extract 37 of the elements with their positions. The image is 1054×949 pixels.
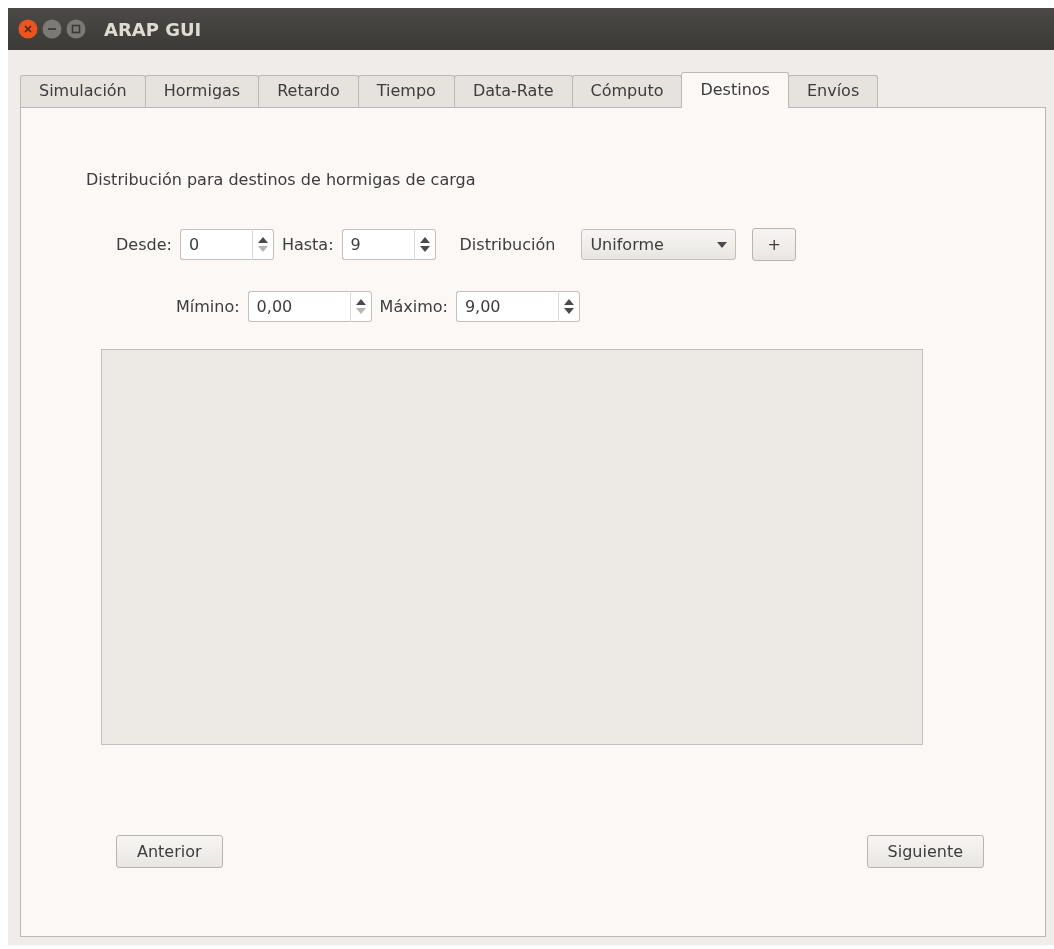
next-button[interactable]: Siguiente bbox=[866, 835, 984, 868]
up-arrow-icon[interactable] bbox=[563, 299, 574, 305]
field-label: Máximo: bbox=[379, 295, 448, 318]
close-icon[interactable] bbox=[18, 19, 38, 39]
minimize-icon[interactable] bbox=[42, 19, 62, 39]
tab[interactable]: Simulación bbox=[20, 75, 146, 107]
section-heading: Distribución para destinos de hormigas de carga bbox=[86, 169, 477, 191]
field-label: Desde: bbox=[116, 233, 172, 256]
tab[interactable]: Retardo bbox=[258, 75, 359, 107]
field-label: Mímino: bbox=[176, 295, 240, 318]
spin-buttons[interactable] bbox=[251, 229, 274, 260]
spin-buttons[interactable] bbox=[413, 229, 436, 260]
tab[interactable]: Cómputo bbox=[571, 75, 683, 107]
window-title: ARAP GUI bbox=[104, 17, 202, 42]
field-label: Distribución bbox=[459, 233, 556, 256]
down-arrow-icon[interactable] bbox=[419, 246, 430, 252]
add-button[interactable]: + bbox=[752, 228, 796, 261]
number-field[interactable]: 9 bbox=[341, 229, 414, 260]
tab[interactable]: Hormigas bbox=[144, 75, 260, 107]
up-arrow-icon[interactable] bbox=[355, 299, 366, 305]
down-arrow-icon[interactable] bbox=[563, 308, 574, 314]
up-arrow-icon[interactable] bbox=[257, 237, 268, 243]
up-arrow-icon[interactable] bbox=[419, 237, 430, 243]
maximize-icon[interactable] bbox=[66, 19, 86, 39]
distribution-dropdown[interactable]: Uniforme bbox=[581, 229, 737, 260]
field-label: Hasta: bbox=[281, 233, 334, 256]
spin-buttons[interactable] bbox=[557, 291, 580, 322]
tab[interactable]: Tiempo bbox=[357, 75, 455, 107]
dropdown-arrow-icon bbox=[717, 241, 728, 248]
spin-buttons[interactable] bbox=[349, 291, 372, 322]
number-field[interactable]: 9,00 bbox=[455, 291, 558, 322]
previous-button[interactable]: Anterior bbox=[116, 835, 223, 868]
tab[interactable]: Envíos bbox=[787, 75, 879, 107]
number-field[interactable]: 0 bbox=[179, 229, 252, 260]
number-field[interactable]: 0,00 bbox=[247, 291, 350, 322]
tab[interactable]: Data-Rate bbox=[453, 75, 573, 107]
tab[interactable]: Destinos bbox=[681, 72, 789, 108]
